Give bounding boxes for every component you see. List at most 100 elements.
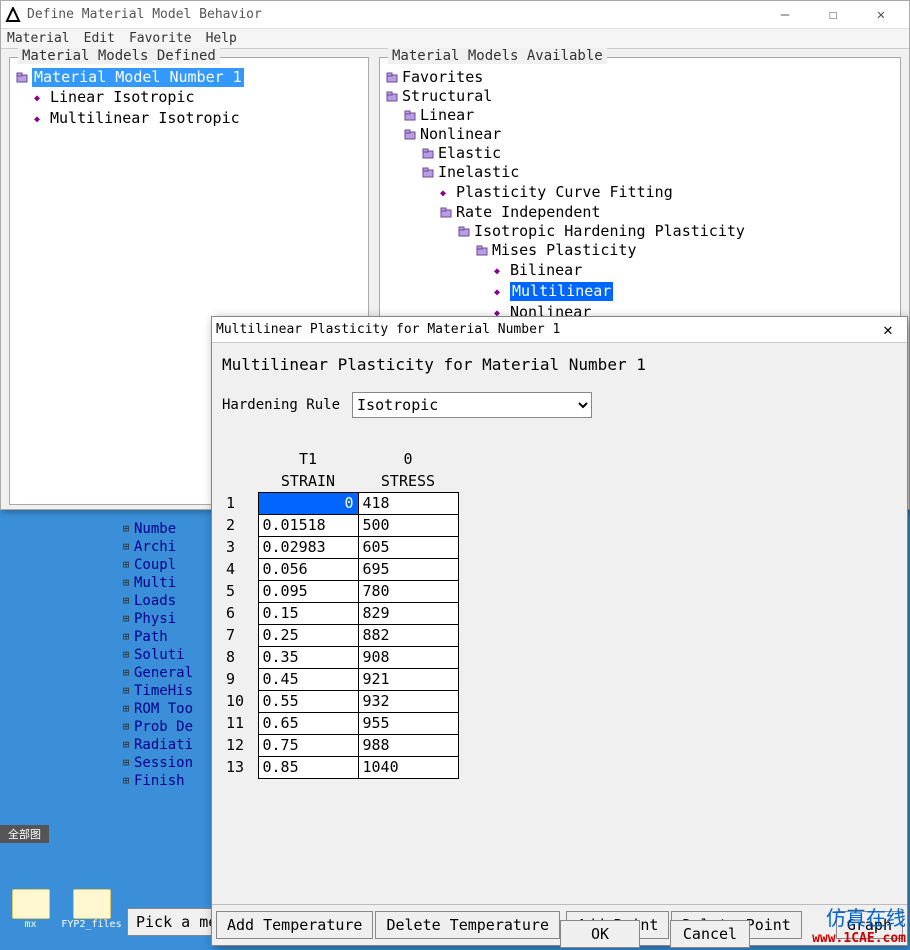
- table-row[interactable]: 20.01518500: [222, 514, 458, 536]
- cancel-button[interactable]: Cancel: [670, 920, 750, 948]
- tree-item-label: Bilinear: [510, 261, 582, 280]
- desktop-folder-icon[interactable]: FYP2_files: [69, 889, 114, 930]
- row-number: 2: [222, 514, 258, 536]
- tree-item[interactable]: Linear Isotropic: [16, 87, 362, 108]
- menu-edit[interactable]: Edit: [84, 31, 115, 46]
- table-row[interactable]: 30.02983605: [222, 536, 458, 558]
- bg-tree-item: ⊞General: [120, 664, 220, 682]
- desktop-folder-icon[interactable]: mx: [8, 889, 53, 930]
- delete-temperature-button[interactable]: Delete Temperature: [375, 911, 560, 939]
- stress-cell[interactable]: 882: [358, 624, 458, 646]
- bg-tree-item: ⊞Radiati: [120, 736, 220, 754]
- tree-item[interactable]: Nonlinear: [386, 125, 894, 144]
- hardening-rule-select[interactable]: Isotropic: [352, 392, 592, 418]
- tree-item-label: Rate Independent: [456, 203, 601, 222]
- folder-icon: [422, 144, 436, 163]
- tree-item[interactable]: Inelastic: [386, 163, 894, 182]
- table-row[interactable]: 60.15829: [222, 602, 458, 624]
- background-tree: ⊞Numbe⊞Archi⊞Coupl⊞Multi⊞Loads⊞Physi⊞Pat…: [120, 520, 220, 790]
- bg-tree-item: ⊞Physi: [120, 610, 220, 628]
- stress-cell[interactable]: 932: [358, 690, 458, 712]
- tree-item[interactable]: Linear: [386, 106, 894, 125]
- tree-item[interactable]: Mises Plasticity: [386, 241, 894, 260]
- stress-cell[interactable]: 500: [358, 514, 458, 536]
- plasticity-table[interactable]: T1 0 STRAIN STRESS 1041820.0151850030.02…: [222, 448, 459, 779]
- row-number: 1: [222, 492, 258, 514]
- strain-cell[interactable]: 0.75: [258, 734, 358, 756]
- row-number: 6: [222, 602, 258, 624]
- stress-cell[interactable]: 605: [358, 536, 458, 558]
- stress-cell[interactable]: 695: [358, 558, 458, 580]
- stress-cell[interactable]: 908: [358, 646, 458, 668]
- table-row[interactable]: 40.056695: [222, 558, 458, 580]
- close-icon[interactable]: ✕: [873, 320, 903, 339]
- table-row[interactable]: 80.35908: [222, 646, 458, 668]
- row-number: 13: [222, 756, 258, 778]
- strain-cell[interactable]: 0.15: [258, 602, 358, 624]
- stress-cell[interactable]: 1040: [358, 756, 458, 778]
- close-button[interactable]: ✕: [861, 7, 901, 23]
- stress-cell[interactable]: 418: [358, 492, 458, 514]
- strain-cell[interactable]: 0.056: [258, 558, 358, 580]
- tree-item[interactable]: Multilinear Isotropic: [16, 108, 362, 129]
- bg-tree-item: ⊞Loads: [120, 592, 220, 610]
- tree-item[interactable]: Rate Independent: [386, 203, 894, 222]
- menu-help[interactable]: Help: [206, 31, 237, 46]
- stress-cell[interactable]: 780: [358, 580, 458, 602]
- strain-cell[interactable]: 0: [258, 492, 358, 514]
- dialog-heading: Multilinear Plasticity for Material Numb…: [222, 355, 897, 374]
- minimize-button[interactable]: —: [765, 7, 805, 23]
- table-row[interactable]: 50.095780: [222, 580, 458, 602]
- defined-tree[interactable]: Material Model Number 1Linear IsotropicM…: [16, 68, 362, 129]
- strain-cell[interactable]: 0.25: [258, 624, 358, 646]
- strain-cell[interactable]: 0.85: [258, 756, 358, 778]
- strain-cell[interactable]: 0.65: [258, 712, 358, 734]
- tree-item[interactable]: Structural: [386, 87, 894, 106]
- strain-cell[interactable]: 0.02983: [258, 536, 358, 558]
- t1-value[interactable]: 0: [358, 448, 458, 470]
- stress-cell[interactable]: 955: [358, 712, 458, 734]
- bg-tree-item: ⊞Session: [120, 754, 220, 772]
- table-row[interactable]: 110.65955: [222, 712, 458, 734]
- tree-item[interactable]: Material Model Number 1: [16, 68, 362, 87]
- tree-item-label: Inelastic: [438, 163, 519, 182]
- hardening-rule-label: Hardening Rule: [222, 397, 340, 413]
- group-legend: Material Models Defined: [18, 48, 220, 64]
- table-row[interactable]: 70.25882: [222, 624, 458, 646]
- tree-item[interactable]: Plasticity Curve Fitting: [386, 182, 894, 203]
- stress-cell[interactable]: 829: [358, 602, 458, 624]
- table-row[interactable]: 10418: [222, 492, 458, 514]
- strain-cell[interactable]: 0.45: [258, 668, 358, 690]
- table-row[interactable]: 100.55932: [222, 690, 458, 712]
- row-number: 3: [222, 536, 258, 558]
- tree-item[interactable]: Multilinear: [386, 281, 894, 302]
- table-row[interactable]: 120.75988: [222, 734, 458, 756]
- tree-item[interactable]: Favorites: [386, 68, 894, 87]
- strain-cell[interactable]: 0.01518: [258, 514, 358, 536]
- bg-tree-item: ⊞Numbe: [120, 520, 220, 538]
- available-tree[interactable]: FavoritesStructuralLinearNonlinearElasti…: [386, 68, 894, 323]
- menu-material[interactable]: Material: [7, 31, 70, 46]
- ok-button[interactable]: OK: [560, 920, 640, 948]
- stress-cell[interactable]: 921: [358, 668, 458, 690]
- add-temperature-button[interactable]: Add Temperature: [216, 911, 373, 939]
- tree-item[interactable]: Bilinear: [386, 260, 894, 281]
- diamond-icon: [34, 87, 48, 108]
- tree-item[interactable]: Elastic: [386, 144, 894, 163]
- maximize-button[interactable]: ☐: [813, 7, 853, 23]
- folder-icon: [422, 163, 436, 182]
- row-number: 10: [222, 690, 258, 712]
- tree-item[interactable]: Isotropic Hardening Plasticity: [386, 222, 894, 241]
- strain-cell[interactable]: 0.095: [258, 580, 358, 602]
- app-icon: [5, 7, 21, 23]
- row-number: 9: [222, 668, 258, 690]
- diamond-icon: [494, 281, 508, 302]
- stress-cell[interactable]: 988: [358, 734, 458, 756]
- strain-cell[interactable]: 0.35: [258, 646, 358, 668]
- bg-tree-item: ⊞Coupl: [120, 556, 220, 574]
- bg-tree-item: ⊞Path: [120, 628, 220, 646]
- table-row[interactable]: 130.851040: [222, 756, 458, 778]
- menu-favorite[interactable]: Favorite: [129, 31, 192, 46]
- table-row[interactable]: 90.45921: [222, 668, 458, 690]
- strain-cell[interactable]: 0.55: [258, 690, 358, 712]
